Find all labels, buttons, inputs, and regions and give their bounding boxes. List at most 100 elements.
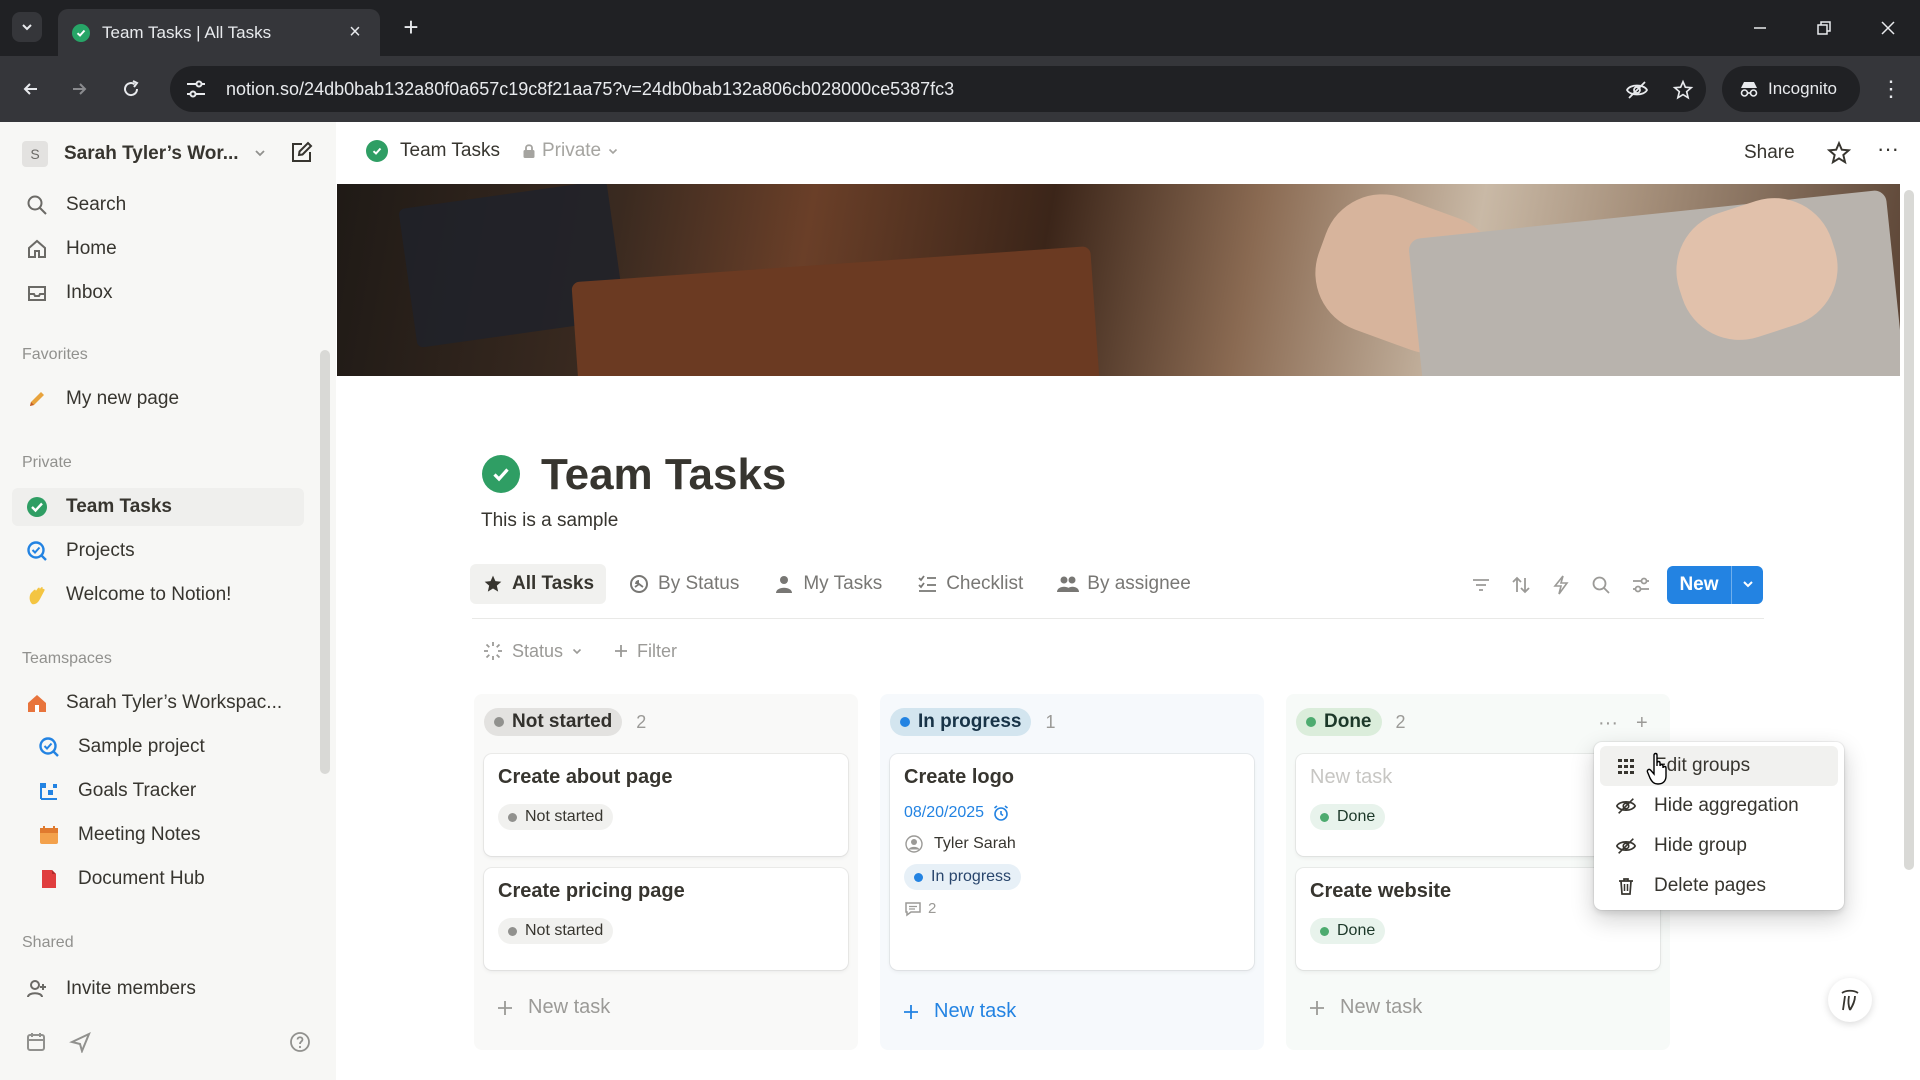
cover-image: [337, 184, 1900, 376]
board-column-in-progress: In progress 1 Create logo 08/20/2025 Tyl…: [880, 694, 1264, 1050]
automation-bolt-icon[interactable]: [1548, 572, 1574, 598]
new-task-button[interactable]: New task: [902, 1000, 1016, 1023]
page-title[interactable]: Team Tasks: [541, 450, 786, 500]
column-add-icon[interactable]: +: [1636, 712, 1648, 735]
status-group-pill[interactable]: In progress: [890, 708, 1032, 736]
sidebar-item-search[interactable]: Search: [12, 186, 304, 224]
eye-off-icon: [1614, 794, 1638, 818]
incognito-indicator[interactable]: Incognito: [1722, 66, 1860, 112]
sort-icon[interactable]: [1508, 572, 1534, 598]
site-info-icon[interactable]: [184, 78, 208, 100]
sidebar-item-projects[interactable]: Projects: [12, 532, 304, 570]
minimize-button[interactable]: [1742, 10, 1778, 46]
status-badge: Done: [1310, 804, 1386, 830]
page-description[interactable]: This is a sample: [481, 510, 618, 532]
status-group-pill[interactable]: Done: [1296, 708, 1382, 736]
sidebar-item-meeting-notes[interactable]: Meeting Notes: [12, 816, 304, 854]
column-more-icon[interactable]: ···: [1598, 712, 1618, 735]
add-filter-button[interactable]: Filter: [613, 641, 677, 662]
sidebar-item-document-hub[interactable]: Document Hub: [12, 860, 304, 898]
new-tab-button[interactable]: +: [396, 12, 426, 42]
favorite-star-icon[interactable]: [1826, 140, 1854, 168]
sidebar-item-goals-tracker[interactable]: Goals Tracker: [12, 772, 304, 810]
restore-icon: [1817, 21, 1831, 35]
tab-checklist[interactable]: Checklist: [904, 564, 1035, 604]
address-bar[interactable]: notion.so/24db0bab132a80f0a657c19c8f21aa…: [170, 66, 1706, 112]
page-topbar: Team Tasks Private Share ···: [336, 122, 1920, 184]
status-group-filter[interactable]: Status: [482, 640, 583, 662]
workspace-name: Sarah Tyler’s Wor...: [64, 143, 239, 164]
teamspaces-section-label: Teamspaces: [22, 650, 112, 667]
tab-close-icon[interactable]: ×: [344, 21, 366, 44]
privacy-dropdown[interactable]: Private: [522, 140, 619, 162]
menu-item-hide-group[interactable]: Hide group: [1600, 826, 1838, 866]
new-task-button[interactable]: New task: [1308, 996, 1422, 1019]
status-group-pill[interactable]: Not started: [484, 708, 623, 736]
menu-item-hide-aggregation[interactable]: Hide aggregation: [1600, 786, 1838, 826]
share-button[interactable]: Share: [1744, 142, 1795, 164]
reload-button[interactable]: [114, 72, 148, 106]
tab-by-assignee[interactable]: By assignee: [1045, 564, 1203, 604]
main-scrollbar[interactable]: [1904, 190, 1914, 870]
sidebar-item-my-new-page[interactable]: My new page: [12, 380, 304, 418]
task-card[interactable]: Create about page Not started: [484, 754, 848, 856]
column-count: 1: [1045, 711, 1056, 732]
new-entry-button[interactable]: New: [1667, 566, 1763, 604]
task-card[interactable]: Create logo 08/20/2025 Tyler Sarah In pr…: [890, 754, 1254, 970]
calendar-icon[interactable]: [22, 1028, 50, 1056]
sidebar-item-inbox[interactable]: Inbox: [12, 274, 304, 312]
close-window-button[interactable]: [1870, 10, 1906, 46]
forward-button[interactable]: [62, 72, 96, 106]
tab-all-tasks[interactable]: All Tasks: [470, 564, 607, 604]
menu-item-edit-groups[interactable]: Edit groups: [1600, 746, 1838, 786]
sidebar-item-label: Sample project: [78, 736, 205, 757]
send-icon[interactable]: [66, 1028, 94, 1056]
page-check-icon[interactable]: [482, 455, 520, 493]
hand-cursor-icon: [1646, 752, 1667, 785]
menu-item-label: Hide aggregation: [1654, 795, 1799, 816]
sidebar-item-sample-project[interactable]: Sample project: [12, 728, 304, 766]
invite-members-button[interactable]: Invite members: [12, 970, 304, 1008]
ai-assistant-button[interactable]: [1828, 978, 1872, 1022]
check-circle-icon: [366, 140, 388, 162]
new-task-button[interactable]: New task: [496, 996, 610, 1019]
tracking-eye-off-icon[interactable]: [1624, 77, 1650, 103]
settings-sliders-icon[interactable]: [1628, 572, 1654, 598]
sidebar-item-team-tasks[interactable]: Team Tasks: [12, 488, 304, 526]
more-options-icon[interactable]: ···: [1872, 136, 1904, 168]
check-circle-icon: [24, 494, 50, 520]
workspace-switcher[interactable]: S Sarah Tyler’s Wor...: [22, 136, 312, 172]
task-card[interactable]: Create pricing page Not started: [484, 868, 848, 970]
sidebar-item-welcome[interactable]: Welcome to Notion!: [12, 576, 304, 614]
filter-lines-icon[interactable]: [1468, 572, 1494, 598]
column-header: Done 2: [1296, 708, 1406, 736]
menu-item-delete-pages[interactable]: Delete pages: [1600, 866, 1838, 906]
new-page-edit-icon[interactable]: [288, 140, 316, 168]
chevron-down-icon[interactable]: [1732, 577, 1763, 594]
tab-my-tasks[interactable]: My Tasks: [761, 564, 894, 604]
comment-icon: [905, 901, 921, 916]
bookmark-star-icon[interactable]: [1670, 77, 1696, 103]
sidebar-item-home[interactable]: Home: [12, 230, 304, 268]
restore-button[interactable]: [1806, 10, 1842, 46]
help-icon[interactable]: [286, 1028, 314, 1056]
chart-icon: [36, 778, 62, 804]
sidebar-item-label: Projects: [66, 540, 135, 561]
menu-item-label: Hide group: [1654, 835, 1747, 856]
url-text: notion.so/24db0bab132a80f0a657c19c8f21aa…: [226, 78, 955, 99]
browser-tab[interactable]: Team Tasks | All Tasks ×: [58, 9, 380, 56]
sidebar-item-workspace-home[interactable]: Sarah Tyler’s Workspac...: [12, 684, 304, 722]
privacy-label: Private: [541, 140, 602, 161]
browser-menu-icon[interactable]: ⋮: [1876, 74, 1906, 104]
search-icon[interactable]: [1588, 572, 1614, 598]
breadcrumb[interactable]: Team Tasks Private: [366, 140, 619, 162]
status-badge: In progress: [904, 864, 1022, 890]
tab-search-dropdown[interactable]: [12, 12, 42, 42]
tab-by-status[interactable]: By Status: [616, 564, 751, 604]
assignee: Tyler Sarah: [904, 834, 1240, 854]
eye-off-icon: [1614, 834, 1638, 858]
incognito-label: Incognito: [1768, 79, 1837, 98]
back-button[interactable]: [14, 72, 48, 106]
sidebar-item-label: Home: [66, 238, 117, 259]
sidebar-scrollbar[interactable]: [320, 350, 330, 774]
